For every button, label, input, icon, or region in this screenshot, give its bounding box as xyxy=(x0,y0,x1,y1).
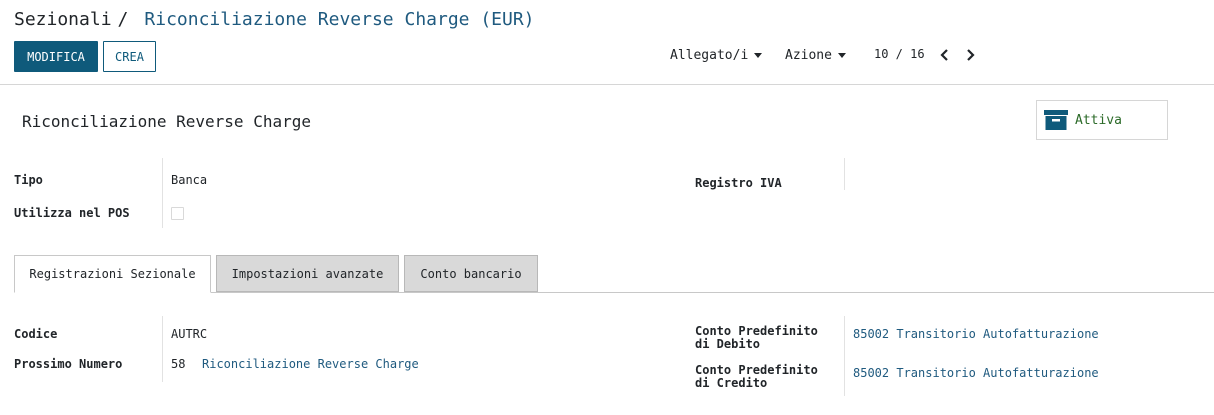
next-number-value: 58 xyxy=(171,357,186,371)
action-dropdown[interactable]: Azione xyxy=(785,48,846,63)
credit-account-link[interactable]: 85002 Transitorio Autofatturazione xyxy=(853,366,1099,380)
chevron-left-icon[interactable] xyxy=(936,45,952,65)
field-divider xyxy=(844,316,845,396)
credit-account-label-line: di Credito xyxy=(695,376,768,390)
vat-register-label: Registro IVA xyxy=(695,176,782,190)
code-value: AUTRC xyxy=(171,327,208,341)
field-divider xyxy=(162,158,163,228)
tab-label: Conto bancario xyxy=(420,266,522,281)
breadcrumb-current: Riconciliazione Reverse Charge (EUR) xyxy=(144,9,535,30)
breadcrumb: Sezionali / Riconciliazione Reverse Char… xyxy=(14,9,535,30)
tab-bank-account[interactable]: Conto bancario xyxy=(404,255,538,292)
caret-down-icon xyxy=(837,53,846,58)
debit-account-label: Conto Predefinito di Debito xyxy=(695,325,818,351)
attachments-dropdown-label: Allegato/i xyxy=(670,48,749,63)
code-label: Codice xyxy=(14,327,58,341)
attachments-dropdown[interactable]: Allegato/i xyxy=(670,48,763,63)
breadcrumb-separator: / xyxy=(117,9,129,30)
debit-account-link[interactable]: 85002 Transitorio Autofatturazione xyxy=(853,327,1099,341)
action-dropdown-label: Azione xyxy=(785,48,832,63)
type-label: Tipo xyxy=(14,173,43,187)
field-divider xyxy=(162,316,163,382)
tab-advanced-settings[interactable]: Impostazioni avanzate xyxy=(216,255,399,292)
next-number-label: Prossimo Numero xyxy=(14,357,123,371)
sequence-link[interactable]: Riconciliazione Reverse Charge xyxy=(202,357,419,371)
archive-icon xyxy=(1044,109,1068,131)
create-button[interactable]: CREA xyxy=(103,41,156,72)
type-value: Banca xyxy=(171,173,208,187)
pager-value[interactable]: 10 / 16 xyxy=(874,47,925,61)
active-toggle-button[interactable]: Attiva xyxy=(1036,100,1168,140)
debit-account-label-line: di Debito xyxy=(695,337,761,351)
breadcrumb-parent[interactable]: Sezionali xyxy=(14,9,112,30)
tab-label: Impostazioni avanzate xyxy=(231,266,384,281)
edit-button[interactable]: MODIFICA xyxy=(14,41,98,72)
field-divider xyxy=(844,158,845,190)
tab-journal-entries[interactable]: Registrazioni Sezionale xyxy=(14,255,211,293)
credit-account-label: Conto Predefinito di Credito xyxy=(695,364,818,390)
tab-label: Registrazioni Sezionale xyxy=(29,267,196,281)
control-panel: Sezionali / Riconciliazione Reverse Char… xyxy=(0,0,1214,85)
caret-down-icon xyxy=(754,53,763,58)
pos-label: Utilizza nel POS xyxy=(14,206,130,220)
record-title: Riconciliazione Reverse Charge xyxy=(22,112,311,131)
active-label: Attiva xyxy=(1075,112,1122,128)
chevron-right-icon[interactable] xyxy=(962,45,978,65)
pos-checkbox[interactable] xyxy=(171,207,184,220)
